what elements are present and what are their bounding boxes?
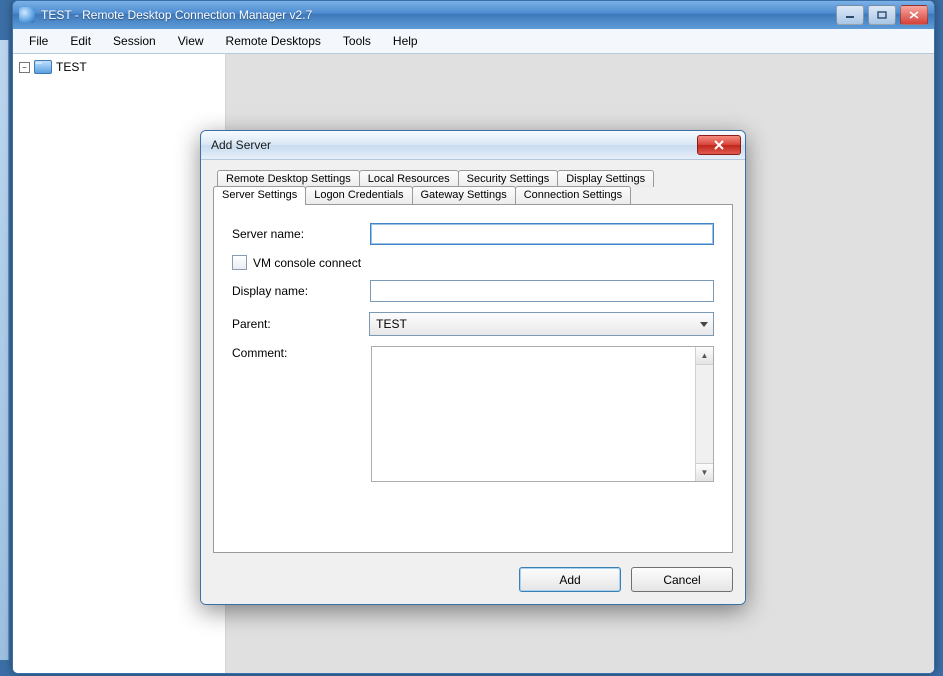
server-name-input[interactable] xyxy=(370,223,714,245)
menubar: File Edit Session View Remote Desktops T… xyxy=(13,29,934,54)
tree-root-label: TEST xyxy=(56,60,87,74)
parent-combobox-value: TEST xyxy=(376,317,407,331)
scroll-down-icon[interactable]: ▼ xyxy=(696,463,713,481)
dialog-close-button[interactable] xyxy=(697,135,741,155)
comment-scrollbar[interactable]: ▲ ▼ xyxy=(695,347,713,481)
tabstrip-row-2: Server Settings Logon Credentials Gatewa… xyxy=(213,186,733,204)
dialog-title: Add Server xyxy=(211,138,271,152)
window-controls xyxy=(836,5,928,25)
tab-logon-credentials[interactable]: Logon Credentials xyxy=(305,186,412,204)
row-server-name: Server name: xyxy=(232,223,714,245)
background-sliver xyxy=(0,40,9,660)
add-button[interactable]: Add xyxy=(519,567,621,592)
tab-display-settings[interactable]: Display Settings xyxy=(557,170,654,187)
row-parent: Parent: TEST xyxy=(232,312,714,336)
maximize-button[interactable] xyxy=(868,5,896,25)
label-comment: Comment: xyxy=(232,346,371,360)
chevron-down-icon xyxy=(695,313,713,335)
label-server-name: Server name: xyxy=(232,227,370,241)
tabstrip-row-1: Remote Desktop Settings Local Resources … xyxy=(217,170,733,187)
label-vm-console: VM console connect xyxy=(253,256,361,270)
label-parent: Parent: xyxy=(232,317,369,331)
vm-console-checkbox[interactable] xyxy=(232,255,247,270)
dialog-body: Remote Desktop Settings Local Resources … xyxy=(201,160,745,604)
tab-server-settings[interactable]: Server Settings xyxy=(213,186,306,205)
servers-group-icon xyxy=(34,60,52,74)
comment-textarea[interactable] xyxy=(372,347,695,481)
minimize-button[interactable] xyxy=(836,5,864,25)
menu-session[interactable]: Session xyxy=(103,32,166,50)
comment-textarea-wrap: ▲ ▼ xyxy=(371,346,714,482)
menu-edit[interactable]: Edit xyxy=(60,32,101,50)
tab-gateway-settings[interactable]: Gateway Settings xyxy=(412,186,516,204)
display-name-input[interactable] xyxy=(370,280,714,302)
close-button[interactable] xyxy=(900,5,928,25)
menu-help[interactable]: Help xyxy=(383,32,428,50)
row-comment: Comment: ▲ ▼ xyxy=(232,346,714,482)
tab-local-resources[interactable]: Local Resources xyxy=(359,170,459,187)
parent-combobox[interactable]: TEST xyxy=(369,312,714,336)
row-display-name: Display name: xyxy=(232,280,714,302)
cancel-button[interactable]: Cancel xyxy=(631,567,733,592)
tabpage-server-settings: Server name: VM console connect Display … xyxy=(213,204,733,553)
tree-root-row[interactable]: – TEST xyxy=(19,58,219,76)
tree-expander-icon[interactable]: – xyxy=(19,62,30,73)
menu-view[interactable]: View xyxy=(168,32,214,50)
menu-file[interactable]: File xyxy=(19,32,58,50)
tab-security-settings[interactable]: Security Settings xyxy=(458,170,559,187)
label-display-name: Display name: xyxy=(232,284,370,298)
scroll-up-icon[interactable]: ▲ xyxy=(696,347,713,365)
dialog-button-row: Add Cancel xyxy=(213,567,733,592)
row-vm-console: VM console connect xyxy=(232,255,714,270)
dialog-titlebar[interactable]: Add Server xyxy=(201,131,745,160)
tree-panel[interactable]: – TEST xyxy=(13,54,226,674)
add-server-dialog: Add Server Remote Desktop Settings Local… xyxy=(200,130,746,605)
window-title: TEST - Remote Desktop Connection Manager… xyxy=(41,8,312,22)
menu-remote-desktops[interactable]: Remote Desktops xyxy=(216,32,331,50)
app-icon xyxy=(19,7,35,23)
tab-remote-desktop-settings[interactable]: Remote Desktop Settings xyxy=(217,170,360,187)
menu-tools[interactable]: Tools xyxy=(333,32,381,50)
tab-connection-settings[interactable]: Connection Settings xyxy=(515,186,631,204)
titlebar[interactable]: TEST - Remote Desktop Connection Manager… xyxy=(13,1,934,29)
